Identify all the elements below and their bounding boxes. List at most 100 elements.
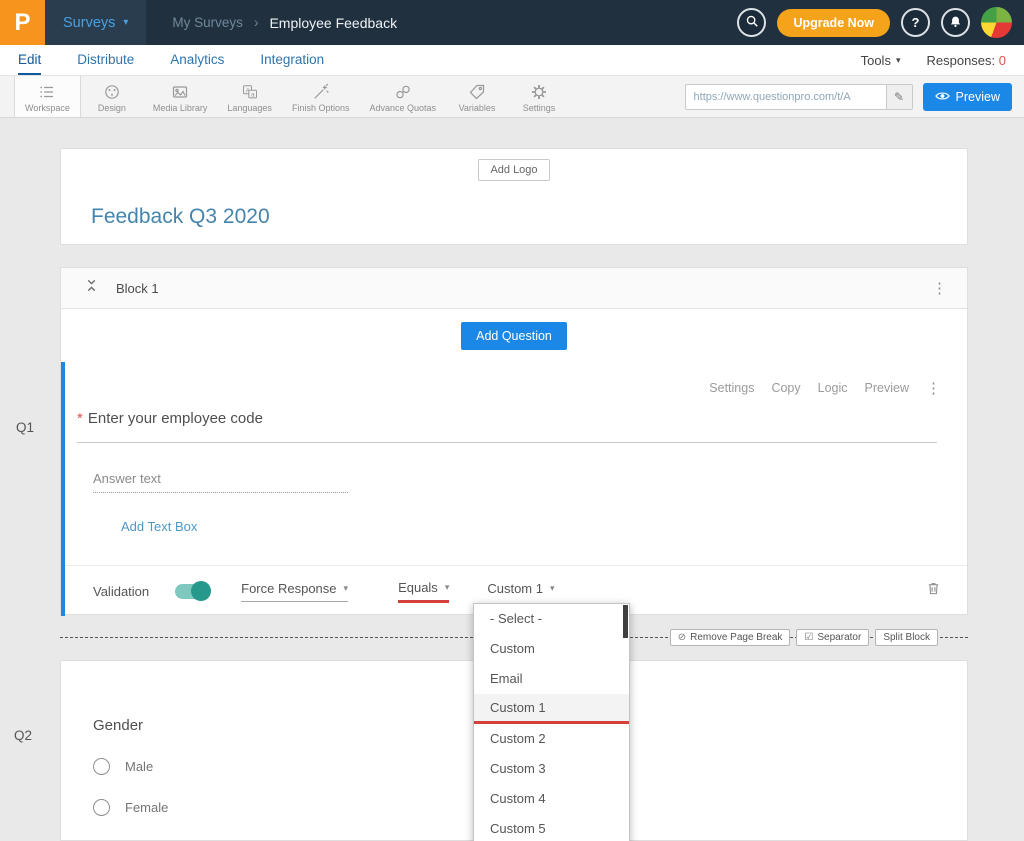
operator-dropdown[interactable]: Equals ▾ xyxy=(398,580,449,603)
top-bar: P Surveys ▾ My Surveys › Employee Feedba… xyxy=(0,0,1024,45)
tab-integration[interactable]: Integration xyxy=(260,45,324,75)
question-logic-link[interactable]: Logic xyxy=(818,381,848,395)
image-icon xyxy=(171,83,189,101)
help-button[interactable]: ? xyxy=(901,8,930,37)
question-text-row: * Enter your employee code xyxy=(77,410,937,443)
dropdown-scrollbar[interactable] xyxy=(623,605,628,638)
radio-button[interactable] xyxy=(93,758,110,775)
dropdown-option-email[interactable]: Email xyxy=(474,664,629,694)
notifications-button[interactable] xyxy=(941,8,970,37)
validation-label: Validation xyxy=(93,584,149,599)
toolbar-item-label: Media Library xyxy=(153,103,208,113)
survey-editor-canvas: Q1 Q2 Add Logo Feedback Q3 2020 Block 1 … xyxy=(0,118,1024,841)
dropdown-option-custom-5[interactable]: Custom 5 xyxy=(474,814,629,841)
question-q1: Settings Copy Logic Preview ⋮ * Enter yo… xyxy=(61,362,967,616)
validation-value-dropdown[interactable]: Custom 1 ▾ xyxy=(487,581,554,601)
toolbar-item-label: Finish Options xyxy=(292,103,350,113)
question-text[interactable]: Enter your employee code xyxy=(88,410,263,427)
dropdown-option-custom[interactable]: Custom xyxy=(474,634,629,664)
chevron-down-icon: ▾ xyxy=(550,583,555,594)
upgrade-now-button[interactable]: Upgrade Now xyxy=(777,9,890,37)
toolbar-item-finish-options[interactable]: Finish Options xyxy=(282,76,360,117)
preview-button[interactable]: Preview xyxy=(923,83,1012,111)
tab-analytics[interactable]: Analytics xyxy=(170,45,224,75)
tools-menu[interactable]: Tools ▾ xyxy=(861,53,901,68)
delete-validation-button[interactable] xyxy=(926,581,941,601)
collapse-block-icon[interactable] xyxy=(85,278,98,298)
block-name[interactable]: Block 1 xyxy=(116,281,159,296)
dropdown-option-custom-3[interactable]: Custom 3 xyxy=(474,754,629,784)
separator-button[interactable]: ☑ Separator xyxy=(796,629,869,646)
question-actions: Settings Copy Logic Preview ⋮ xyxy=(65,362,967,397)
chevron-down-icon: ▾ xyxy=(344,583,349,594)
split-block-button[interactable]: Split Block xyxy=(875,629,938,646)
chevron-down-icon: ▾ xyxy=(896,55,901,66)
gear-icon xyxy=(530,83,548,101)
link-icon xyxy=(394,83,412,101)
radio-label[interactable]: Female xyxy=(125,800,168,815)
toolbar-item-label: Design xyxy=(98,103,126,113)
tools-label: Tools xyxy=(861,53,891,68)
responses-counter[interactable]: Responses: 0 xyxy=(926,53,1006,68)
split-block-label: Split Block xyxy=(883,632,930,643)
toolbar-item-variables[interactable]: Variables xyxy=(446,76,508,117)
preview-label: Preview xyxy=(956,90,1000,104)
slash-circle-icon: ⊘ xyxy=(678,632,686,643)
section-nav: Edit Distribute Analytics Integration To… xyxy=(0,45,1024,76)
survey-url-value[interactable]: https://www.questionpro.com/t/A xyxy=(686,85,886,109)
breadcrumb: My Surveys › Employee Feedback xyxy=(172,15,397,31)
toolbar-item-advance-quotas[interactable]: Advance Quotas xyxy=(359,76,446,117)
remove-page-break-button[interactable]: ⊘ Remove Page Break xyxy=(670,629,791,646)
radio-button[interactable] xyxy=(93,799,110,816)
toolbar-item-label: Advance Quotas xyxy=(369,103,436,113)
add-question-button[interactable]: Add Question xyxy=(461,322,567,350)
question-number-q1: Q1 xyxy=(16,420,34,435)
product-menu-surveys[interactable]: Surveys ▾ xyxy=(45,0,146,45)
radio-label[interactable]: Male xyxy=(125,759,153,774)
responses-count: 0 xyxy=(999,53,1006,68)
toolbar-item-languages[interactable]: Aa Languages xyxy=(217,76,282,117)
tag-icon xyxy=(468,83,486,101)
validation-toggle[interactable] xyxy=(175,584,209,599)
question-settings-link[interactable]: Settings xyxy=(709,381,754,395)
validation-value-label: Custom 1 xyxy=(487,581,543,596)
add-question-row: Add Question xyxy=(61,309,967,362)
question-preview-link[interactable]: Preview xyxy=(865,381,909,395)
add-text-box-link[interactable]: Add Text Box xyxy=(121,519,967,534)
breadcrumb-my-surveys[interactable]: My Surveys xyxy=(172,15,243,30)
eye-icon xyxy=(935,90,950,104)
search-button[interactable] xyxy=(737,8,766,37)
force-response-dropdown[interactable]: Force Response ▾ xyxy=(241,581,348,602)
survey-url-field[interactable]: https://www.questionpro.com/t/A ✎ xyxy=(685,84,913,110)
add-logo-button[interactable]: Add Logo xyxy=(478,159,549,181)
operator-label: Equals xyxy=(398,580,438,595)
toolbar-item-workspace[interactable]: Workspace xyxy=(14,76,81,117)
survey-title[interactable]: Feedback Q3 2020 xyxy=(91,205,967,229)
toolbar-item-settings[interactable]: Settings xyxy=(508,76,570,117)
product-menu-label: Surveys xyxy=(63,15,115,31)
toolbar-item-design[interactable]: Design xyxy=(81,76,143,117)
responses-label: Responses: xyxy=(926,53,995,68)
edit-url-button[interactable]: ✎ xyxy=(886,85,912,109)
block-menu-kebab-icon[interactable]: ⋮ xyxy=(932,279,947,297)
tab-distribute[interactable]: Distribute xyxy=(77,45,134,75)
toggle-knob xyxy=(191,581,211,601)
palette-icon xyxy=(103,83,121,101)
dropdown-option-select[interactable]: - Select - xyxy=(474,604,629,634)
answer-text-input[interactable]: Answer text xyxy=(93,471,348,493)
user-avatar[interactable] xyxy=(981,7,1012,38)
toolbar-item-media-library[interactable]: Media Library xyxy=(143,76,218,117)
dropdown-option-custom-4[interactable]: Custom 4 xyxy=(474,784,629,814)
toolbar-item-label: Workspace xyxy=(25,103,70,113)
question-copy-link[interactable]: Copy xyxy=(771,381,800,395)
separator-label: Separator xyxy=(817,632,861,643)
question-menu-kebab-icon[interactable]: ⋮ xyxy=(926,379,941,397)
dropdown-option-custom-2[interactable]: Custom 2 xyxy=(474,724,629,754)
page-break-actions: ⊘ Remove Page Break ☑ Separator Split Bl… xyxy=(670,629,938,646)
question-mark-icon: ? xyxy=(912,15,920,30)
dropdown-option-custom-1[interactable]: Custom 1 xyxy=(474,694,629,724)
questionpro-logo[interactable]: P xyxy=(0,0,45,45)
tab-edit[interactable]: Edit xyxy=(18,45,41,75)
workspace-icon xyxy=(38,83,56,101)
remove-page-break-label: Remove Page Break xyxy=(690,632,782,643)
